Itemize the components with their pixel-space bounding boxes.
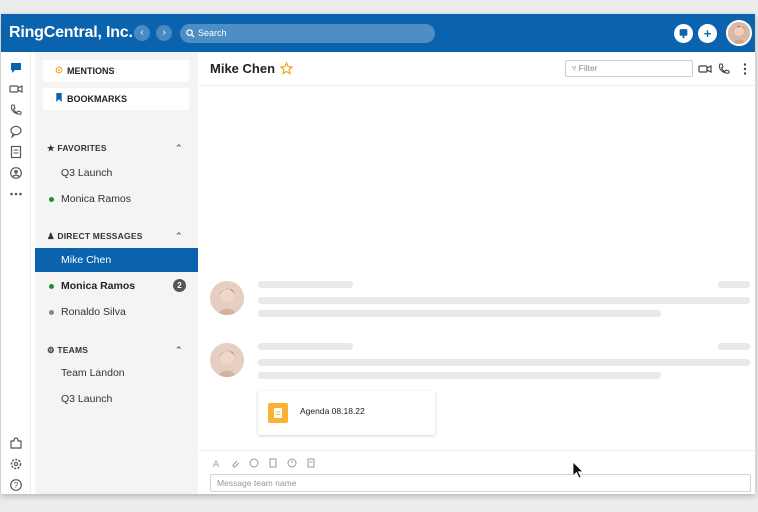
notes-icon[interactable] bbox=[9, 145, 23, 159]
mouse-cursor-icon bbox=[572, 461, 584, 479]
teams-header[interactable]: ⚙ TEAMS ⌃ bbox=[47, 345, 183, 356]
back-button[interactable]: ‹ bbox=[134, 25, 150, 41]
conversation-pane: Mike Chen ▿ Filter Agenda 08.18.22 A Mes… bbox=[198, 52, 755, 494]
message-placeholder-line bbox=[258, 281, 353, 288]
online-status-icon bbox=[49, 197, 54, 202]
timestamp-placeholder bbox=[718, 281, 750, 288]
dialpad-icon bbox=[679, 29, 688, 39]
dm-item-label: Mike Chen bbox=[61, 254, 112, 266]
teams-label: TEAMS bbox=[57, 345, 89, 355]
file-attachment[interactable]: Agenda 08.18.22 bbox=[258, 391, 435, 435]
team-icon: ⚙ bbox=[47, 345, 55, 355]
event-icon[interactable] bbox=[287, 458, 297, 468]
bookmarks-label: BOOKMARKS bbox=[67, 94, 127, 104]
dm-item[interactable]: Ronaldo Silva bbox=[35, 300, 198, 324]
help-icon[interactable]: ? bbox=[9, 478, 23, 492]
star-icon: ★ bbox=[47, 143, 55, 153]
unread-badge: 2 bbox=[173, 279, 186, 292]
message-placeholder-line bbox=[258, 297, 750, 304]
favorite-item[interactable]: Monica Ramos bbox=[35, 187, 198, 211]
search-input[interactable]: Search bbox=[180, 24, 435, 43]
favorite-item[interactable]: Q3 Launch bbox=[35, 161, 198, 185]
direct-messages-header[interactable]: ♟ DIRECT MESSAGES ⌃ bbox=[47, 231, 183, 242]
filter-input[interactable]: ▿ Filter bbox=[565, 60, 693, 77]
svg-text:A: A bbox=[213, 459, 219, 468]
team-item-label: Team Landon bbox=[61, 367, 125, 379]
note-icon[interactable] bbox=[268, 458, 278, 468]
user-avatar[interactable] bbox=[726, 20, 752, 46]
emoji-icon[interactable] bbox=[249, 458, 259, 468]
team-item[interactable]: Team Landon bbox=[35, 361, 198, 385]
favorites-header[interactable]: ★ FAVORITES ⌃ bbox=[47, 143, 183, 154]
phone-call-icon[interactable] bbox=[717, 62, 731, 76]
message-input-placeholder: Message team name bbox=[217, 478, 297, 488]
search-icon bbox=[186, 29, 195, 38]
team-item[interactable]: Q3 Launch bbox=[35, 387, 198, 411]
timestamp-placeholder bbox=[718, 343, 750, 350]
direct-messages-label: DIRECT MESSAGES bbox=[57, 231, 143, 241]
svg-text:?: ? bbox=[14, 481, 19, 490]
contacts-icon[interactable] bbox=[9, 166, 23, 180]
video-icon[interactable] bbox=[9, 82, 23, 96]
message-placeholder-line bbox=[258, 310, 661, 317]
chevron-up-icon[interactable]: ⌃ bbox=[175, 345, 183, 356]
video-call-icon[interactable] bbox=[698, 62, 712, 76]
dm-item-label: Monica Ramos bbox=[61, 280, 136, 292]
search-placeholder: Search bbox=[198, 28, 227, 38]
chevron-up-icon[interactable]: ⌃ bbox=[175, 231, 183, 242]
puzzle-icon[interactable] bbox=[9, 436, 23, 450]
favorites-label: FAVORITES bbox=[57, 143, 107, 153]
bookmarks-button[interactable]: BOOKMARKS bbox=[43, 88, 189, 110]
task-icon[interactable] bbox=[306, 458, 316, 468]
message-placeholder-line bbox=[258, 372, 661, 379]
format-icon[interactable]: A bbox=[211, 458, 221, 468]
online-status-icon bbox=[49, 284, 54, 289]
team-item-label: Q3 Launch bbox=[61, 393, 113, 405]
forward-button[interactable]: › bbox=[156, 25, 172, 41]
conversation-header: Mike Chen ▿ Filter bbox=[198, 52, 755, 86]
message-placeholder-line bbox=[258, 343, 353, 350]
phone-icon[interactable] bbox=[9, 103, 23, 117]
settings-icon[interactable] bbox=[9, 457, 23, 471]
top-bar: RingCentral, Inc. ‹ › Search + bbox=[1, 14, 755, 52]
mentions-button[interactable]: MENTIONS bbox=[43, 60, 189, 82]
filter-icon: ▿ bbox=[572, 63, 577, 73]
chevron-up-icon[interactable]: ⌃ bbox=[175, 143, 183, 154]
new-action-button[interactable]: + bbox=[698, 24, 717, 43]
dial-button[interactable] bbox=[674, 24, 693, 43]
mention-icon bbox=[55, 60, 65, 82]
message-icon[interactable] bbox=[9, 61, 23, 75]
screen-frame: RingCentral, Inc. ‹ › Search + ? MENTION… bbox=[0, 0, 758, 512]
filter-placeholder: Filter bbox=[578, 63, 598, 73]
bookmark-icon bbox=[55, 88, 65, 110]
mentions-label: MENTIONS bbox=[67, 66, 115, 76]
brand-name: RingCentral, Inc. bbox=[9, 24, 133, 41]
dm-item[interactable]: Monica Ramos 2 bbox=[35, 274, 198, 298]
favorite-item-label: Monica Ramos bbox=[61, 193, 132, 205]
attach-icon[interactable] bbox=[230, 458, 240, 468]
nav-rail: ? bbox=[1, 52, 31, 494]
file-name: Agenda 08.18.22 bbox=[300, 406, 365, 416]
message-composer: A Message team name bbox=[198, 450, 755, 494]
app-window: RingCentral, Inc. ‹ › Search + ? MENTION… bbox=[1, 14, 755, 494]
person-icon: ♟ bbox=[47, 231, 55, 241]
message-input[interactable]: Message team name bbox=[210, 474, 751, 492]
sender-avatar[interactable] bbox=[210, 343, 244, 377]
more-icon[interactable] bbox=[9, 187, 23, 201]
message-placeholder-line bbox=[258, 359, 750, 366]
favorite-star-icon[interactable] bbox=[280, 62, 293, 75]
conversation-sidebar: MENTIONS BOOKMARKS ★ FAVORITES ⌃ Q3 Laun… bbox=[35, 52, 198, 494]
favorite-item-label: Q3 Launch bbox=[61, 167, 113, 179]
dm-item-selected[interactable]: Mike Chen bbox=[35, 248, 198, 272]
conversation-title: Mike Chen bbox=[210, 61, 276, 76]
sender-avatar[interactable] bbox=[210, 281, 244, 315]
more-options-icon[interactable] bbox=[738, 62, 752, 76]
dm-item-label: Ronaldo Silva bbox=[61, 306, 126, 318]
offline-status-icon bbox=[49, 310, 54, 315]
document-icon bbox=[268, 403, 288, 423]
chat-icon[interactable] bbox=[9, 124, 23, 138]
